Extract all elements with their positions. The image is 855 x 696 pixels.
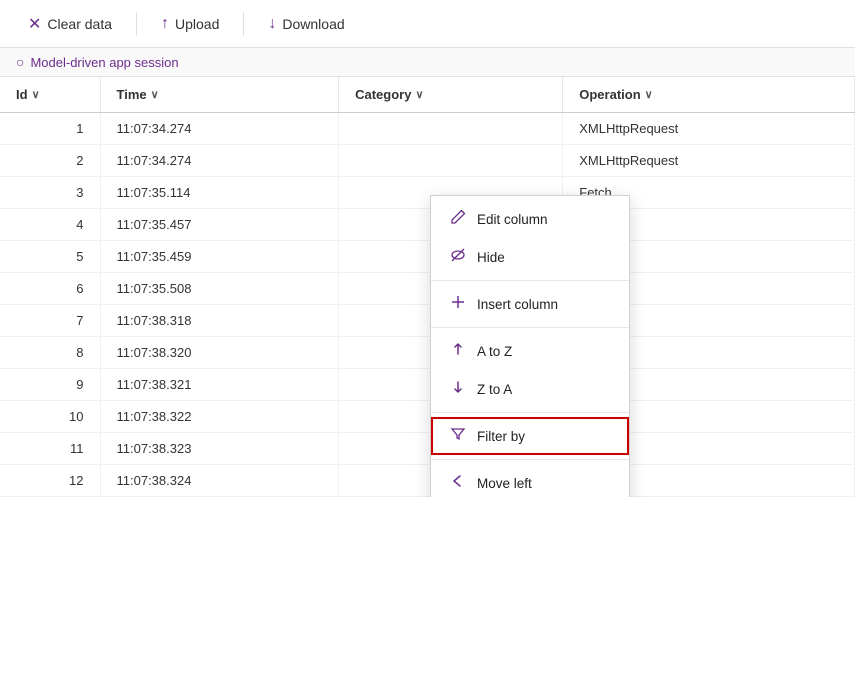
menu-item-move-left[interactable]: Move left: [431, 464, 629, 497]
context-menu: Edit column Hide Insert column A to Z Z to A…: [430, 195, 630, 497]
menu-divider: [431, 327, 629, 328]
menu-item-edit-column[interactable]: Edit column: [431, 200, 629, 238]
a-to-z-icon: [449, 341, 467, 361]
menu-item-z-to-a-label: Z to A: [477, 382, 512, 397]
table-row[interactable]: 12 11:07:38.324 Fetch: [0, 465, 855, 497]
menu-item-a-to-z[interactable]: A to Z: [431, 332, 629, 370]
hide-icon: [449, 247, 467, 267]
menu-item-insert-column[interactable]: Insert column: [431, 285, 629, 323]
col-operation-sort-icon: ∨: [645, 88, 653, 101]
cell-time: 11:07:35.457: [100, 209, 339, 241]
cell-id: 10: [0, 401, 100, 433]
table-row[interactable]: 4 11:07:35.457 Fetch: [0, 209, 855, 241]
table-row[interactable]: 1 11:07:34.274 XMLHttpRequest: [0, 113, 855, 145]
session-bar: ○ Model-driven app session: [0, 48, 855, 77]
table-row[interactable]: 11 11:07:38.323 Fetch: [0, 433, 855, 465]
cell-id: 9: [0, 369, 100, 401]
menu-item-insert-column-label: Insert column: [477, 297, 558, 312]
data-table: Id ∨ Time ∨ Category ∨: [0, 77, 855, 497]
cell-id: 11: [0, 433, 100, 465]
download-icon: ↓: [268, 15, 276, 33]
cell-id: 1: [0, 113, 100, 145]
menu-divider: [431, 459, 629, 460]
table-row[interactable]: 3 11:07:35.114 Fetch: [0, 177, 855, 209]
menu-item-hide-label: Hide: [477, 250, 505, 265]
table-container: Id ∨ Time ∨ Category ∨: [0, 77, 855, 497]
divider-2: [243, 12, 244, 36]
cell-id: 3: [0, 177, 100, 209]
col-header-id[interactable]: Id ∨: [0, 77, 100, 113]
table-row[interactable]: 10 11:07:38.322 Fetch: [0, 401, 855, 433]
cell-time: 11:07:38.320: [100, 337, 339, 369]
clear-data-button[interactable]: ✕ Clear data: [16, 8, 124, 40]
upload-label: Upload: [175, 16, 219, 32]
table-row[interactable]: 5 11:07:35.459 Fetch: [0, 241, 855, 273]
menu-item-z-to-a[interactable]: Z to A: [431, 370, 629, 408]
menu-item-filter-by-label: Filter by: [477, 429, 525, 444]
cell-time: 11:07:38.324: [100, 465, 339, 497]
download-label: Download: [282, 16, 344, 32]
insert-column-icon: [449, 294, 467, 314]
upload-button[interactable]: ↑ Upload: [149, 9, 231, 39]
cell-id: 8: [0, 337, 100, 369]
col-id-label: Id: [16, 87, 28, 102]
cell-id: 2: [0, 145, 100, 177]
session-icon: ○: [16, 54, 24, 70]
cell-id: 12: [0, 465, 100, 497]
table-body: 1 11:07:34.274 XMLHttpRequest 2 11:07:34…: [0, 113, 855, 497]
cell-id: 6: [0, 273, 100, 305]
col-category-label: Category: [355, 87, 411, 102]
cell-operation: XMLHttpRequest: [563, 145, 855, 177]
upload-icon: ↑: [161, 15, 169, 33]
col-category-sort-icon: ∨: [415, 88, 423, 101]
cell-operation: XMLHttpRequest: [563, 113, 855, 145]
menu-item-edit-column-label: Edit column: [477, 212, 548, 227]
cell-time: 11:07:38.323: [100, 433, 339, 465]
z-to-a-icon: [449, 379, 467, 399]
cell-time: 11:07:35.114: [100, 177, 339, 209]
cell-time: 11:07:35.508: [100, 273, 339, 305]
filter-by-icon: [449, 426, 467, 446]
divider-1: [136, 12, 137, 36]
cell-time: 11:07:38.321: [100, 369, 339, 401]
toolbar: ✕ Clear data ↑ Upload ↓ Download: [0, 0, 855, 48]
table-row[interactable]: 2 11:07:34.274 XMLHttpRequest: [0, 145, 855, 177]
cell-category: [339, 113, 563, 145]
x-icon: ✕: [28, 14, 41, 34]
cell-id: 5: [0, 241, 100, 273]
menu-divider: [431, 412, 629, 413]
table-row[interactable]: 9 11:07:38.321 Fetch: [0, 369, 855, 401]
menu-item-hide[interactable]: Hide: [431, 238, 629, 276]
table-header-row: Id ∨ Time ∨ Category ∨: [0, 77, 855, 113]
clear-data-label: Clear data: [47, 16, 112, 32]
col-header-operation[interactable]: Operation ∨: [563, 77, 855, 113]
col-id-sort-icon: ∨: [32, 88, 40, 101]
menu-item-a-to-z-label: A to Z: [477, 344, 512, 359]
cell-id: 4: [0, 209, 100, 241]
edit-column-icon: [449, 209, 467, 229]
cell-time: 11:07:35.459: [100, 241, 339, 273]
table-row[interactable]: 6 11:07:35.508 Fetch: [0, 273, 855, 305]
table-row[interactable]: 7 11:07:38.318 Fetch: [0, 305, 855, 337]
col-time-label: Time: [117, 87, 147, 102]
col-time-sort-icon: ∨: [151, 88, 159, 101]
cell-time: 11:07:34.274: [100, 145, 339, 177]
download-button[interactable]: ↓ Download: [256, 9, 356, 39]
col-operation-label: Operation: [579, 87, 640, 102]
session-label: Model-driven app session: [30, 55, 178, 70]
cell-time: 11:07:38.322: [100, 401, 339, 433]
menu-divider: [431, 280, 629, 281]
menu-item-filter-by[interactable]: Filter by: [431, 417, 629, 455]
col-header-time[interactable]: Time ∨: [100, 77, 339, 113]
cell-id: 7: [0, 305, 100, 337]
cell-time: 11:07:34.274: [100, 113, 339, 145]
cell-time: 11:07:38.318: [100, 305, 339, 337]
table-row[interactable]: 8 11:07:38.320 Fetch: [0, 337, 855, 369]
move-left-icon: [449, 473, 467, 493]
menu-item-move-left-label: Move left: [477, 476, 532, 491]
cell-category: [339, 145, 563, 177]
col-header-category[interactable]: Category ∨: [339, 77, 563, 113]
